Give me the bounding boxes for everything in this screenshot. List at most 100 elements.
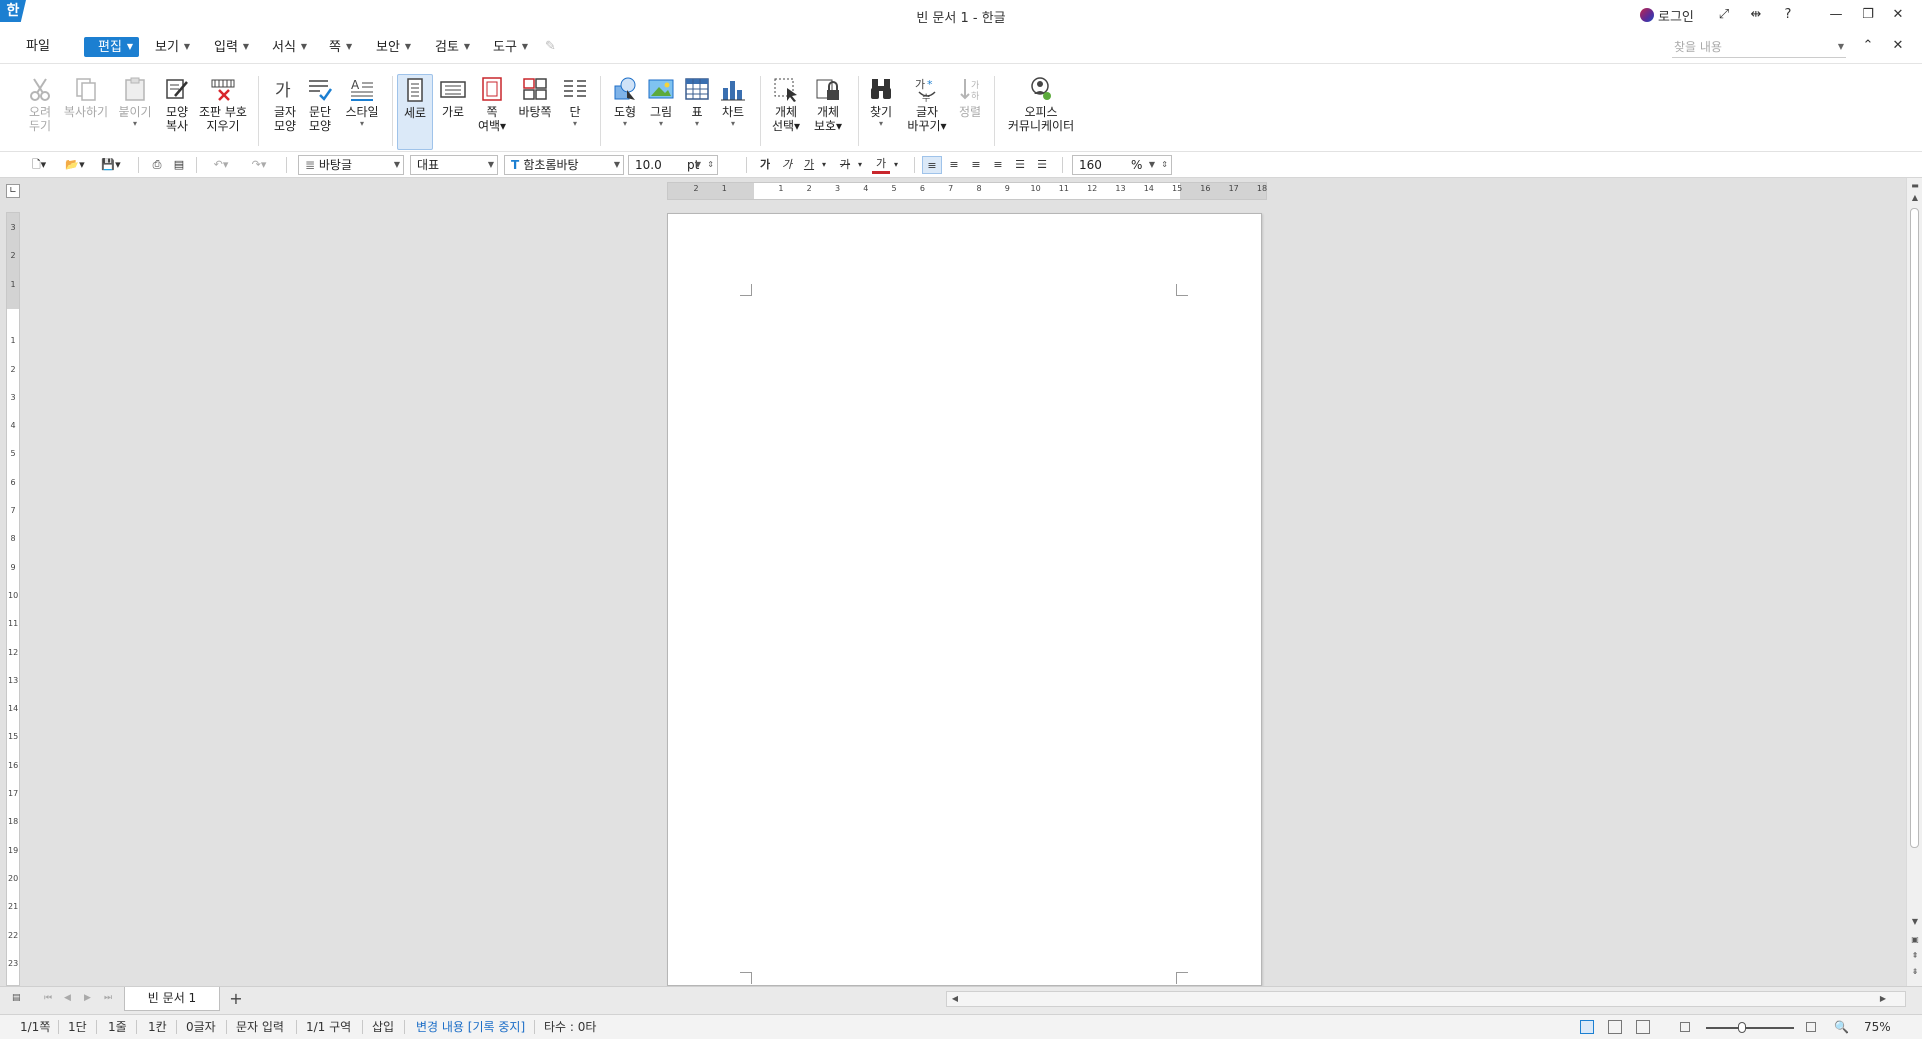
split-handle-icon[interactable]: ▬ bbox=[1909, 180, 1921, 192]
chevron-down-icon[interactable]: ▾ bbox=[890, 156, 902, 174]
format-copy-button[interactable]: 모양 복사 bbox=[160, 74, 194, 150]
tab-document-1[interactable]: 빈 문서 1 bbox=[124, 987, 220, 1011]
close-icon[interactable]: ✕ bbox=[1888, 6, 1908, 24]
table-button[interactable]: 표 ▾ bbox=[681, 74, 713, 150]
hancom-logo-icon[interactable]: 한 bbox=[0, 0, 26, 22]
add-tab-button[interactable]: + bbox=[226, 990, 246, 1008]
column-button[interactable]: 단 ▾ bbox=[559, 74, 591, 150]
fullscreen-icon[interactable]: ⤢ bbox=[1714, 6, 1734, 24]
vertical-ruler[interactable]: 3 2 1 1 2 3 4 5 6 7 8 9 10 11 12 13 14 15 16 17 18 19 20 21 22 23 bbox=[6, 212, 20, 986]
print-preview-icon[interactable]: ▤ bbox=[170, 156, 188, 174]
scroll-down-icon[interactable]: ▼ bbox=[1909, 916, 1921, 928]
next-tab-icon[interactable]: ▶ bbox=[84, 993, 91, 1003]
first-tab-icon[interactable]: ⏮ bbox=[44, 993, 52, 1003]
style-select[interactable]: ≣ 바탕글 ▼ bbox=[298, 155, 404, 175]
tab-list-icon[interactable]: ▤ bbox=[12, 993, 21, 1003]
last-tab-icon[interactable]: ⏭ bbox=[104, 993, 112, 1003]
object-select-button[interactable]: 개체 선택▾ bbox=[767, 74, 805, 150]
align-distribute-icon[interactable]: ☰ bbox=[1010, 156, 1030, 174]
normal-view-icon[interactable] bbox=[1580, 1020, 1594, 1034]
zoom-slider[interactable] bbox=[1706, 1027, 1794, 1029]
two-page-view-icon[interactable] bbox=[1636, 1020, 1650, 1034]
sort-button[interactable]: 가하 정렬 bbox=[954, 74, 986, 150]
undo-icon[interactable]: ↶▾ bbox=[206, 156, 236, 174]
menu-tools[interactable]: 도구 ▼ bbox=[493, 37, 528, 57]
zoom-slider-knob[interactable] bbox=[1738, 1022, 1746, 1033]
horizontal-ruler[interactable]: 2 1 1 2 3 4 5 6 7 8 9 10 11 12 13 14 15 16 17 18 bbox=[667, 182, 1267, 200]
align-split-icon[interactable]: ☰ bbox=[1032, 156, 1052, 174]
close-doc-icon[interactable]: ✕ bbox=[1888, 37, 1908, 55]
font-group-select[interactable]: 대표 ▼ bbox=[410, 155, 498, 175]
chevron-down-icon[interactable]: ▾ bbox=[818, 156, 830, 174]
italic-button[interactable]: 가 bbox=[778, 156, 796, 174]
align-center-icon[interactable]: ≡ bbox=[966, 156, 986, 174]
menu-security[interactable]: 보안 ▼ bbox=[376, 37, 411, 57]
paste-button[interactable]: 붙이기 ▾ bbox=[116, 74, 154, 150]
pin-icon[interactable]: ✎ bbox=[545, 37, 556, 57]
full-view-icon[interactable] bbox=[1608, 1020, 1622, 1034]
align-justify-icon[interactable]: ≡ bbox=[922, 156, 942, 174]
page-margin-button[interactable]: 쪽 여백▾ bbox=[473, 74, 511, 150]
print-icon[interactable]: ⎙ bbox=[148, 156, 166, 174]
chart-button[interactable]: 차트 ▾ bbox=[716, 74, 750, 150]
prev-page-icon[interactable]: ⇞ bbox=[1909, 950, 1921, 962]
shape-button[interactable]: 도형 ▾ bbox=[608, 74, 642, 150]
zoom-out-icon[interactable] bbox=[1680, 1022, 1690, 1032]
bold-button[interactable]: 가 bbox=[756, 156, 774, 174]
vertical-scrollbar[interactable]: ▬ ▲ ▼ ▣ ⇞ ⇟ bbox=[1906, 178, 1922, 986]
ribbon-collapse-icon[interactable]: ⌃ bbox=[1858, 37, 1878, 55]
copy-button[interactable]: 복사하기 bbox=[62, 74, 110, 150]
tab-stop-selector[interactable]: ∟ bbox=[6, 184, 20, 198]
document-page[interactable] bbox=[667, 213, 1262, 986]
status-page[interactable]: 1/1쪽 bbox=[20, 1020, 50, 1035]
redo-icon[interactable]: ↷▾ bbox=[244, 156, 274, 174]
minimize-icon[interactable]: — bbox=[1826, 6, 1846, 24]
spin-icon[interactable]: ⇕ bbox=[707, 156, 714, 174]
scroll-up-icon[interactable]: ▲ bbox=[1909, 192, 1921, 204]
chevron-down-icon[interactable]: ▾ bbox=[854, 156, 866, 174]
landscape-button[interactable]: 가로 bbox=[436, 74, 470, 150]
cut-button[interactable]: 오려 두기 bbox=[22, 74, 58, 150]
next-page-icon[interactable]: ⇟ bbox=[1909, 966, 1921, 978]
char-shape-button[interactable]: 가 글자 모양 bbox=[268, 74, 302, 150]
save-icon[interactable]: 💾▾ bbox=[96, 156, 126, 174]
status-insert-mode[interactable]: 삽입 bbox=[372, 1020, 394, 1035]
portrait-button[interactable]: 세로 bbox=[397, 74, 433, 150]
width-fit-icon[interactable]: ⇹ bbox=[1746, 6, 1766, 24]
prev-tab-icon[interactable]: ◀ bbox=[64, 993, 71, 1003]
magnifier-icon[interactable]: 🔍 bbox=[1834, 1020, 1849, 1035]
para-shape-button[interactable]: 문단 모양 bbox=[303, 74, 337, 150]
scroll-right-icon[interactable]: ▶ bbox=[1877, 993, 1889, 1005]
menu-view[interactable]: 보기 ▼ bbox=[155, 37, 190, 57]
align-right-icon[interactable]: ≡ bbox=[988, 156, 1008, 174]
align-left-icon[interactable]: ≡ bbox=[944, 156, 964, 174]
underline-button[interactable]: 가 bbox=[800, 156, 818, 174]
status-track-changes[interactable]: 변경 내용 [기록 중지] bbox=[416, 1020, 525, 1035]
menu-file[interactable]: 파일 bbox=[26, 37, 50, 57]
clear-typo-button[interactable]: 조판 부호 지우기 bbox=[198, 74, 248, 150]
menu-input[interactable]: 입력 ▼ bbox=[214, 37, 249, 57]
new-document-icon[interactable]: 🗋▾ bbox=[26, 156, 52, 174]
find-button[interactable]: 찾기 ▾ bbox=[866, 74, 896, 150]
object-protect-button[interactable]: 개체 보호▾ bbox=[808, 74, 848, 150]
status-zoom-value[interactable]: 75% bbox=[1864, 1020, 1891, 1035]
restore-icon[interactable]: ❐ bbox=[1858, 6, 1878, 24]
open-folder-icon[interactable]: 📂▾ bbox=[60, 156, 90, 174]
strike-button[interactable]: 가 bbox=[836, 156, 854, 174]
style-button[interactable]: A 스타일 ▾ bbox=[340, 74, 384, 150]
font-size-input[interactable]: 10.0 pt ▼ ⇕ bbox=[628, 155, 718, 175]
page-view-icon[interactable]: ▣ bbox=[1909, 934, 1921, 946]
help-icon[interactable]: ? bbox=[1778, 6, 1798, 24]
line-spacing-input[interactable]: 160% ▼ ⇕ bbox=[1072, 155, 1172, 175]
horizontal-scrollbar[interactable]: ◀ ▶ bbox=[946, 991, 1906, 1007]
login-button[interactable]: 로그인 bbox=[1640, 6, 1694, 25]
menu-review[interactable]: 검토 ▼ bbox=[435, 37, 470, 57]
find-input[interactable]: 찾을 내용 ▼ bbox=[1672, 36, 1846, 58]
zoom-in-icon[interactable] bbox=[1806, 1022, 1816, 1032]
scroll-left-icon[interactable]: ◀ bbox=[949, 993, 961, 1005]
replace-button[interactable]: 가 * 수 글자 바꾸기▾ bbox=[904, 74, 950, 150]
scroll-thumb[interactable] bbox=[1910, 208, 1919, 848]
font-name-select[interactable]: T 함초롬바탕 ▼ bbox=[504, 155, 624, 175]
picture-button[interactable]: 그림 ▾ bbox=[644, 74, 678, 150]
master-page-button[interactable]: 바탕쪽 bbox=[514, 74, 556, 150]
